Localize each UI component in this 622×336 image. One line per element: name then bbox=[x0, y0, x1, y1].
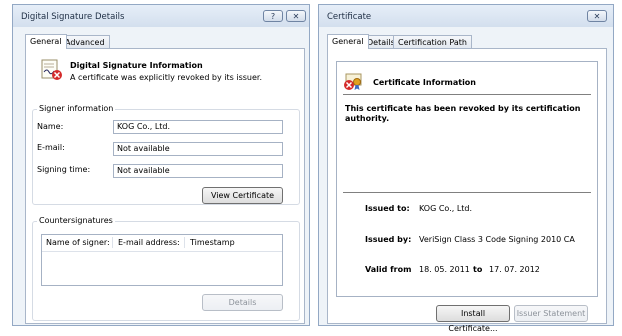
valid-from-label: Valid from bbox=[365, 265, 412, 274]
digital-signature-details-window: Digital Signature Details ? ✕ General Ad… bbox=[12, 4, 310, 326]
certificate-info-heading: Certificate Information bbox=[373, 78, 476, 87]
signing-time-field[interactable]: Not available bbox=[113, 164, 283, 178]
signer-information-group: Signer information Name: KOG Co., Ltd. E… bbox=[32, 104, 300, 205]
tab-advanced[interactable]: Advanced bbox=[60, 35, 110, 49]
revoked-message: This certificate has been revoked by its… bbox=[345, 104, 581, 123]
name-field[interactable]: KOG Co., Ltd. bbox=[113, 120, 283, 134]
revoked-signature-icon bbox=[41, 59, 62, 80]
issued-to-label: Issued to: bbox=[365, 204, 410, 213]
signing-time-label: Signing time: bbox=[37, 165, 91, 174]
signer-group-label: Signer information bbox=[37, 104, 116, 113]
title-bar[interactable]: Digital Signature Details ? ✕ bbox=[13, 5, 309, 27]
install-certificate-button[interactable]: Install Certificate... bbox=[436, 305, 510, 333]
general-tab-panel: Certificate Information This certificate… bbox=[327, 48, 607, 333]
email-label: E-mail: bbox=[37, 143, 65, 152]
issued-divider bbox=[343, 192, 591, 193]
column-timestamp[interactable]: Timestamp bbox=[190, 235, 235, 250]
view-certificate-button[interactable]: View Certificate bbox=[202, 187, 283, 204]
issued-by-label: Issued by: bbox=[365, 235, 412, 244]
close-button[interactable]: ✕ bbox=[286, 10, 306, 22]
column-email-address[interactable]: E-mail address: bbox=[118, 235, 180, 250]
issued-by-value: VeriSign Class 3 Code Signing 2010 CA bbox=[419, 235, 575, 244]
valid-to-value: 17. 07. 2012 bbox=[489, 265, 540, 274]
valid-to-label: to bbox=[473, 265, 483, 274]
certificate-info-box: Certificate Information This certificate… bbox=[336, 61, 598, 297]
general-tab-panel: Digital Signature Information A certific… bbox=[25, 48, 305, 324]
tab-general[interactable]: General bbox=[327, 34, 369, 49]
info-heading: Digital Signature Information bbox=[70, 61, 203, 70]
certificate-window: Certificate ✕ General Details Certificat… bbox=[318, 4, 614, 333]
title-bar[interactable]: Certificate ✕ bbox=[319, 5, 613, 27]
issuer-statement-button[interactable]: Issuer Statement bbox=[514, 305, 588, 322]
window-title: Certificate bbox=[327, 12, 372, 22]
countersignatures-group-label: Countersignatures bbox=[37, 216, 115, 225]
heading-divider bbox=[343, 94, 591, 95]
help-button[interactable]: ? bbox=[263, 10, 283, 22]
info-description: A certificate was explicitly revoked by … bbox=[70, 73, 263, 82]
tab-general[interactable]: General bbox=[25, 34, 67, 49]
name-label: Name: bbox=[37, 122, 64, 131]
details-button[interactable]: Details bbox=[202, 294, 283, 311]
revoked-certificate-icon bbox=[344, 73, 362, 90]
valid-from-value: 18. 05. 2011 bbox=[419, 265, 470, 274]
email-field[interactable]: Not available bbox=[113, 142, 283, 156]
list-header: Name of signer: E-mail address: Timestam… bbox=[42, 235, 282, 252]
countersignatures-list[interactable]: Name of signer: E-mail address: Timestam… bbox=[41, 234, 283, 286]
countersignatures-group: Countersignatures Name of signer: E-mail… bbox=[32, 216, 300, 321]
window-title: Digital Signature Details bbox=[21, 12, 125, 22]
close-button[interactable]: ✕ bbox=[587, 10, 607, 22]
issued-to-value: KOG Co., Ltd. bbox=[419, 204, 473, 213]
column-name-of-signer[interactable]: Name of signer: bbox=[46, 235, 110, 250]
tab-certification-path[interactable]: Certification Path bbox=[393, 35, 472, 49]
